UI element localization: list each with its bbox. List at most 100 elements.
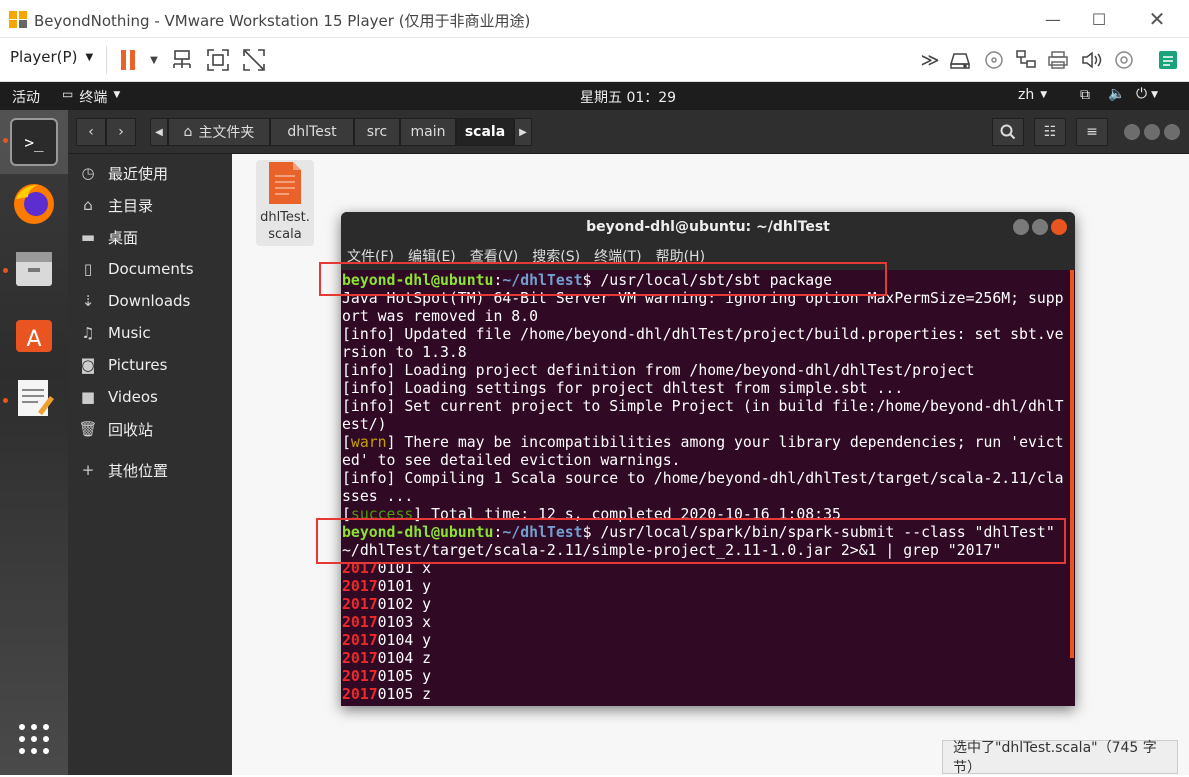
result-line: 20170105 y	[342, 668, 431, 685]
terminal-app-icon[interactable]: >_	[10, 118, 58, 166]
sidebar-item-pictures[interactable]: ◙ Pictures	[68, 349, 232, 381]
dropdown-arrow-icon: ▼	[85, 51, 94, 63]
vmware-logo-icon	[9, 11, 27, 28]
sidebar-item-label: 最近使用	[108, 164, 169, 183]
search-button[interactable]	[992, 118, 1024, 146]
download-icon: ⇣	[81, 292, 95, 310]
network-devices-icon[interactable]	[170, 48, 194, 72]
text-editor-icon[interactable]	[10, 374, 58, 422]
document-icon: ▯	[83, 260, 93, 278]
chevron-right-icon: ›	[118, 124, 124, 140]
sidebar-item-videos[interactable]: ■ Videos	[68, 381, 232, 413]
highlight-box-spark-command	[316, 518, 1066, 564]
close-icon[interactable]	[1051, 219, 1067, 235]
printer-icon[interactable]	[1046, 48, 1070, 72]
files-headerbar: ‹ › ◀ ⌂ 主文件夹 dhlTest src main scala ▶ ☷ …	[68, 110, 1189, 154]
result-text: 0104 z	[377, 650, 432, 667]
sidebar-item-label: Videos	[108, 388, 158, 406]
result-line: 20170102 y	[342, 596, 431, 613]
camera-device-icon[interactable]	[1112, 48, 1136, 72]
volume-icon[interactable]: 🔈	[1108, 86, 1125, 102]
pause-icon[interactable]	[116, 48, 140, 72]
firefox-app-icon[interactable]	[10, 180, 58, 228]
window-title: BeyondNothing - VMware Workstation 15 Pl…	[34, 12, 531, 30]
fullscreen-icon[interactable]	[206, 48, 230, 72]
input-method[interactable]: zh ▼	[1018, 87, 1047, 103]
output-line: [info] Loading project definition from /…	[342, 362, 975, 379]
terminal-titlebar[interactable]: beyond-dhl@ubuntu: ~/dhlTest	[341, 212, 1075, 242]
minimize-icon[interactable]	[1124, 124, 1140, 140]
maximize-icon[interactable]	[1032, 219, 1048, 235]
power-icon: ⏻	[1136, 86, 1148, 102]
output-line: There may be incompatibilities among you…	[342, 434, 1064, 469]
view-toggle-button[interactable]: ☷	[1034, 118, 1066, 146]
result-text: 0101 y	[377, 578, 432, 595]
show-applications-icon[interactable]	[17, 722, 51, 760]
maximize-icon[interactable]	[1144, 124, 1160, 140]
running-indicator	[3, 398, 8, 403]
sidebar-item-trash[interactable]: 🗑 回收站	[68, 413, 232, 445]
pause-dropdown-icon[interactable]: ▼	[142, 48, 166, 72]
cd-drive-icon[interactable]	[982, 48, 1006, 72]
sidebar-item-recent[interactable]: ◷ 最近使用	[68, 157, 232, 189]
sidebar-item-label: 主目录	[108, 196, 154, 215]
terminal-window-controls	[1013, 219, 1067, 235]
result-text: 0105 y	[377, 668, 432, 685]
file-item-dhltest-scala[interactable]: dhlTest. scala	[256, 160, 314, 246]
places-sidebar: ◷ 最近使用 ⌂ 主目录 ▬ 桌面 ▯ Documents ⇣ Downloads ♫ Mu…	[68, 154, 232, 775]
close-icon[interactable]	[1164, 124, 1180, 140]
path-segment[interactable]: main	[400, 118, 456, 146]
sidebar-item-documents[interactable]: ▯ Documents	[68, 253, 232, 285]
activities-button[interactable]: 活动	[12, 87, 40, 107]
player-menu-label: Player(P)	[10, 48, 78, 66]
match-highlight: 2017	[342, 614, 378, 631]
sidebar-item-desktop[interactable]: ▬ 桌面	[68, 221, 232, 253]
match-highlight: 2017	[342, 596, 378, 613]
files-app-icon[interactable]	[10, 244, 58, 292]
sidebar-item-music[interactable]: ♫ Music	[68, 317, 232, 349]
ubuntu-top-panel: 活动 ▭ 终端 ▼ 星期五 01：29 zh ▼ ⧉ 🔈 ⏻ ▼	[0, 82, 1189, 110]
sidebar-item-downloads[interactable]: ⇣ Downloads	[68, 285, 232, 317]
back-button[interactable]: ‹	[76, 118, 106, 146]
sidebar-item-home[interactable]: ⌂ 主目录	[68, 189, 232, 221]
ubuntu-dock: >_ A	[0, 110, 68, 775]
network-adapter-icon[interactable]	[1014, 48, 1038, 72]
dropdown-arrow-icon: ▼	[1040, 90, 1048, 100]
sound-card-icon[interactable]	[1080, 48, 1104, 72]
hard-disk-icon[interactable]	[948, 48, 972, 72]
power-menu[interactable]: ⏻ ▼	[1136, 86, 1158, 102]
clock[interactable]: 星期五 01：29	[580, 87, 676, 107]
output-line: [info] Compiling 1 Scala source to /home…	[342, 470, 1064, 505]
close-button[interactable]: ✕	[1142, 6, 1172, 32]
menu-button[interactable]: ≡	[1076, 118, 1108, 146]
terminal-output[interactable]: beyond-dhl@ubuntu:~/dhlTest$ /usr/local/…	[342, 272, 1064, 706]
path-segment[interactable]: dhlTest	[270, 118, 354, 146]
input-method-label: zh	[1018, 87, 1035, 103]
path-segment[interactable]: src	[354, 118, 400, 146]
player-menu-button[interactable]: Player(P) ▼	[10, 48, 93, 66]
sidebar-item-label: Music	[108, 324, 151, 342]
sidebar-item-label: Documents	[108, 260, 194, 278]
software-center-icon[interactable]: A	[10, 310, 58, 358]
unity-mode-icon[interactable]	[242, 48, 266, 72]
network-icon[interactable]: ⧉	[1080, 87, 1090, 103]
home-icon: ⌂	[83, 196, 93, 214]
path-scroll-left-button[interactable]: ◀	[150, 118, 168, 146]
app-menu[interactable]: ▭ 终端 ▼	[62, 87, 120, 107]
path-segment-current[interactable]: scala	[456, 118, 514, 146]
app-menu-label: 终端	[79, 90, 108, 106]
sidebar-item-other-locations[interactable]: + 其他位置	[68, 454, 232, 486]
trash-icon: 🗑	[78, 420, 98, 438]
result-line: 20170101 y	[342, 578, 431, 595]
more-devices-icon[interactable]: ≫	[918, 48, 942, 72]
maximize-button[interactable]: ☐	[1084, 6, 1114, 32]
minimize-icon[interactable]	[1013, 219, 1029, 235]
sidebar-item-label: Downloads	[108, 292, 191, 310]
path-scroll-right-button[interactable]: ▶	[514, 118, 532, 146]
forward-button[interactable]: ›	[106, 118, 136, 146]
sidebar-item-label: 回收站	[108, 420, 154, 439]
message-log-icon[interactable]	[1156, 48, 1180, 72]
minimize-button[interactable]: —	[1038, 6, 1068, 32]
path-home-button[interactable]: ⌂ 主文件夹	[168, 118, 270, 146]
terminal-scrollbar[interactable]	[1070, 270, 1074, 658]
